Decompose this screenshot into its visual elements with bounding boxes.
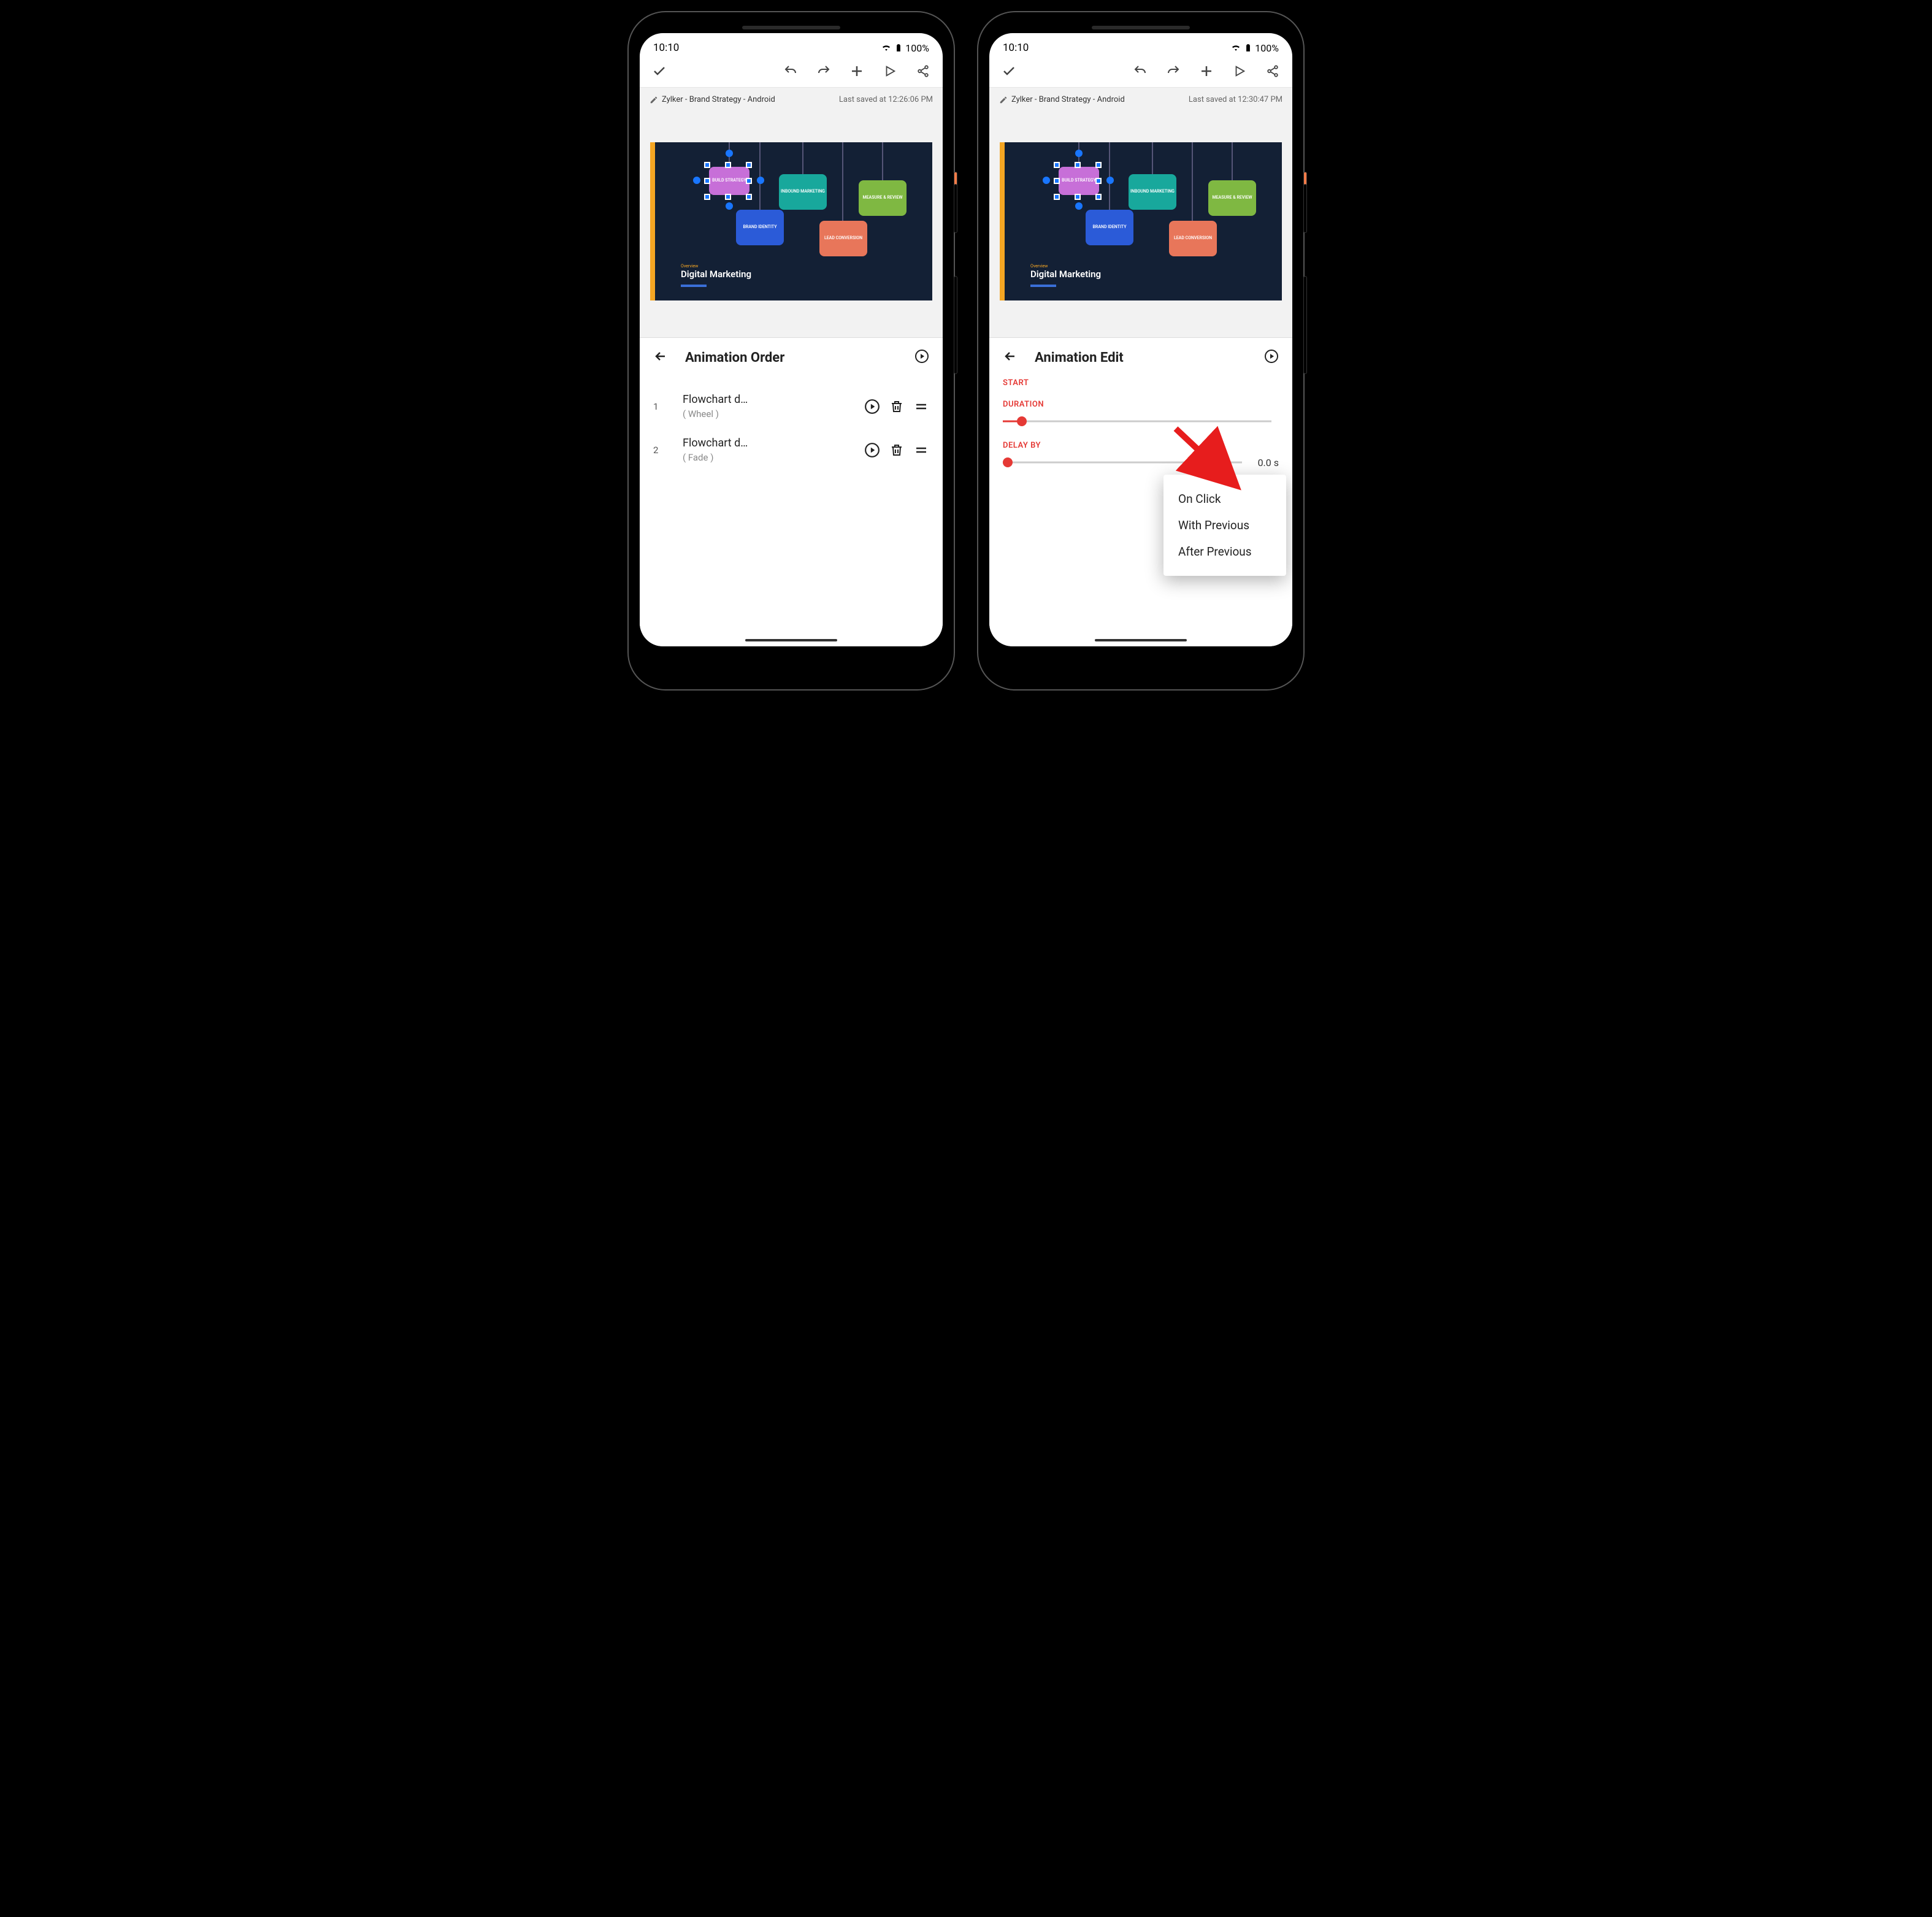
document-bar: Zylker - Brand Strategy - Android Last s… (989, 88, 1292, 112)
drag-handle[interactable] (913, 399, 929, 415)
popup-option-after-previous[interactable]: After Previous (1178, 538, 1271, 565)
undo-button[interactable] (1133, 64, 1148, 78)
battery-icon (1244, 42, 1252, 53)
shape-lead[interactable]: LEAD CONVERSION (819, 221, 867, 256)
play-all-button[interactable] (914, 349, 929, 366)
duration-slider[interactable] (1003, 415, 1271, 427)
shape-inbound[interactable]: INBOUND MARKETING (1129, 174, 1176, 210)
undo-button[interactable] (783, 64, 798, 78)
item-name: Flowchart d… (683, 393, 856, 406)
edit-icon (999, 96, 1008, 104)
slide-title: Digital Marketing (1030, 269, 1101, 280)
item-effect: ( Fade ) (683, 452, 856, 463)
slide-canvas[interactable]: BUILD STRATEGY INBOUND MARKETING MEASURE… (989, 112, 1292, 337)
delete-item-button[interactable] (889, 399, 905, 415)
slide-title: Digital Marketing (681, 269, 751, 280)
panel-title: Animation Edit (1035, 350, 1247, 365)
shape-build-strategy[interactable]: BUILD STRATEGY (709, 167, 749, 195)
status-time: 10:10 (653, 42, 679, 54)
start-popup-menu: On Click With Previous After Previous (1163, 475, 1286, 576)
document-bar: Zylker - Brand Strategy - Android Last s… (640, 88, 943, 112)
slide-canvas[interactable]: BUILD STRATEGY INBOUND MARKETING MEASURE… (640, 112, 943, 337)
shape-measure[interactable]: MEASURE & REVIEW (1208, 180, 1256, 216)
popup-option-on-click[interactable]: On Click (1178, 486, 1271, 512)
wifi-icon (881, 42, 892, 53)
shape-brand[interactable]: BRAND IDENTITY (1086, 210, 1133, 245)
speaker (742, 26, 840, 29)
play-button[interactable] (883, 64, 897, 78)
last-saved: Last saved at 12:30:47 PM (1189, 95, 1282, 104)
slide: BUILD STRATEGY INBOUND MARKETING MEASURE… (1000, 142, 1282, 300)
phone-right: 10:10 100% Zylker - Brand Strate (978, 12, 1303, 689)
battery-text: 100% (1255, 42, 1279, 54)
delay-slider[interactable] (1003, 456, 1242, 469)
panel-title: Animation Order (685, 350, 897, 365)
slide: BUILD STRATEGY INBOUND MARKETING MEASURE… (650, 142, 932, 300)
add-button[interactable] (1199, 64, 1214, 78)
status-time: 10:10 (1003, 42, 1029, 54)
slide-overline: Overview (1030, 264, 1048, 269)
document-title: Zylker - Brand Strategy - Android (662, 95, 775, 104)
share-button[interactable] (916, 64, 930, 78)
animation-list-item[interactable]: 2 Flowchart d… ( Fade ) (653, 428, 929, 472)
slide-underline (681, 285, 707, 287)
power-button[interactable] (954, 184, 957, 233)
start-label: START (1003, 378, 1279, 388)
document-title: Zylker - Brand Strategy - Android (1011, 95, 1125, 104)
play-button[interactable] (1232, 64, 1247, 78)
shape-inbound[interactable]: INBOUND MARKETING (779, 174, 827, 210)
item-index: 2 (653, 445, 662, 456)
confirm-button[interactable] (1002, 64, 1016, 78)
play-all-button[interactable] (1264, 349, 1279, 366)
redo-button[interactable] (816, 64, 831, 78)
power-button[interactable] (1303, 184, 1307, 233)
delay-value: 0.0 s (1249, 457, 1279, 469)
play-item-button[interactable] (864, 399, 880, 415)
speaker (1092, 26, 1190, 29)
animation-order-panel: Animation Order 1 Flowchart d… ( Wheel )… (640, 337, 943, 646)
shape-lead[interactable]: LEAD CONVERSION (1169, 221, 1217, 256)
item-index: 1 (653, 401, 662, 412)
back-button[interactable] (1003, 349, 1018, 366)
last-saved: Last saved at 12:26:06 PM (839, 95, 933, 104)
phone-left: 10:10 100% Zylker - Brand Strate (629, 12, 954, 689)
duration-label: DURATION (1003, 400, 1279, 409)
item-effect: ( Wheel ) (683, 408, 856, 419)
toolbar (989, 59, 1292, 88)
play-item-button[interactable] (864, 442, 880, 458)
toolbar (640, 59, 943, 88)
add-button[interactable] (849, 64, 864, 78)
popup-option-with-previous[interactable]: With Previous (1178, 512, 1271, 538)
share-button[interactable] (1265, 64, 1280, 78)
animation-list-item[interactable]: 1 Flowchart d… ( Wheel ) (653, 385, 929, 428)
drag-handle[interactable] (913, 442, 929, 458)
back-button[interactable] (653, 349, 668, 366)
home-indicator[interactable] (745, 639, 837, 641)
home-indicator[interactable] (1095, 639, 1187, 641)
battery-icon (894, 42, 903, 53)
delay-label: DELAY BY (1003, 441, 1279, 450)
confirm-button[interactable] (652, 64, 667, 78)
status-bar: 10:10 100% (989, 33, 1292, 59)
shape-build-strategy[interactable]: BUILD STRATEGY (1059, 167, 1099, 195)
redo-button[interactable] (1166, 64, 1181, 78)
shape-measure[interactable]: MEASURE & REVIEW (859, 180, 907, 216)
edit-icon (650, 96, 658, 104)
delete-item-button[interactable] (889, 442, 905, 458)
shape-brand[interactable]: BRAND IDENTITY (736, 210, 784, 245)
wifi-icon (1230, 42, 1241, 53)
battery-text: 100% (905, 42, 929, 54)
item-name: Flowchart d… (683, 437, 856, 450)
volume-button[interactable] (1303, 276, 1307, 374)
slide-underline (1030, 285, 1056, 287)
status-bar: 10:10 100% (640, 33, 943, 59)
volume-button[interactable] (954, 276, 957, 374)
slide-overline: Overview (681, 264, 698, 269)
